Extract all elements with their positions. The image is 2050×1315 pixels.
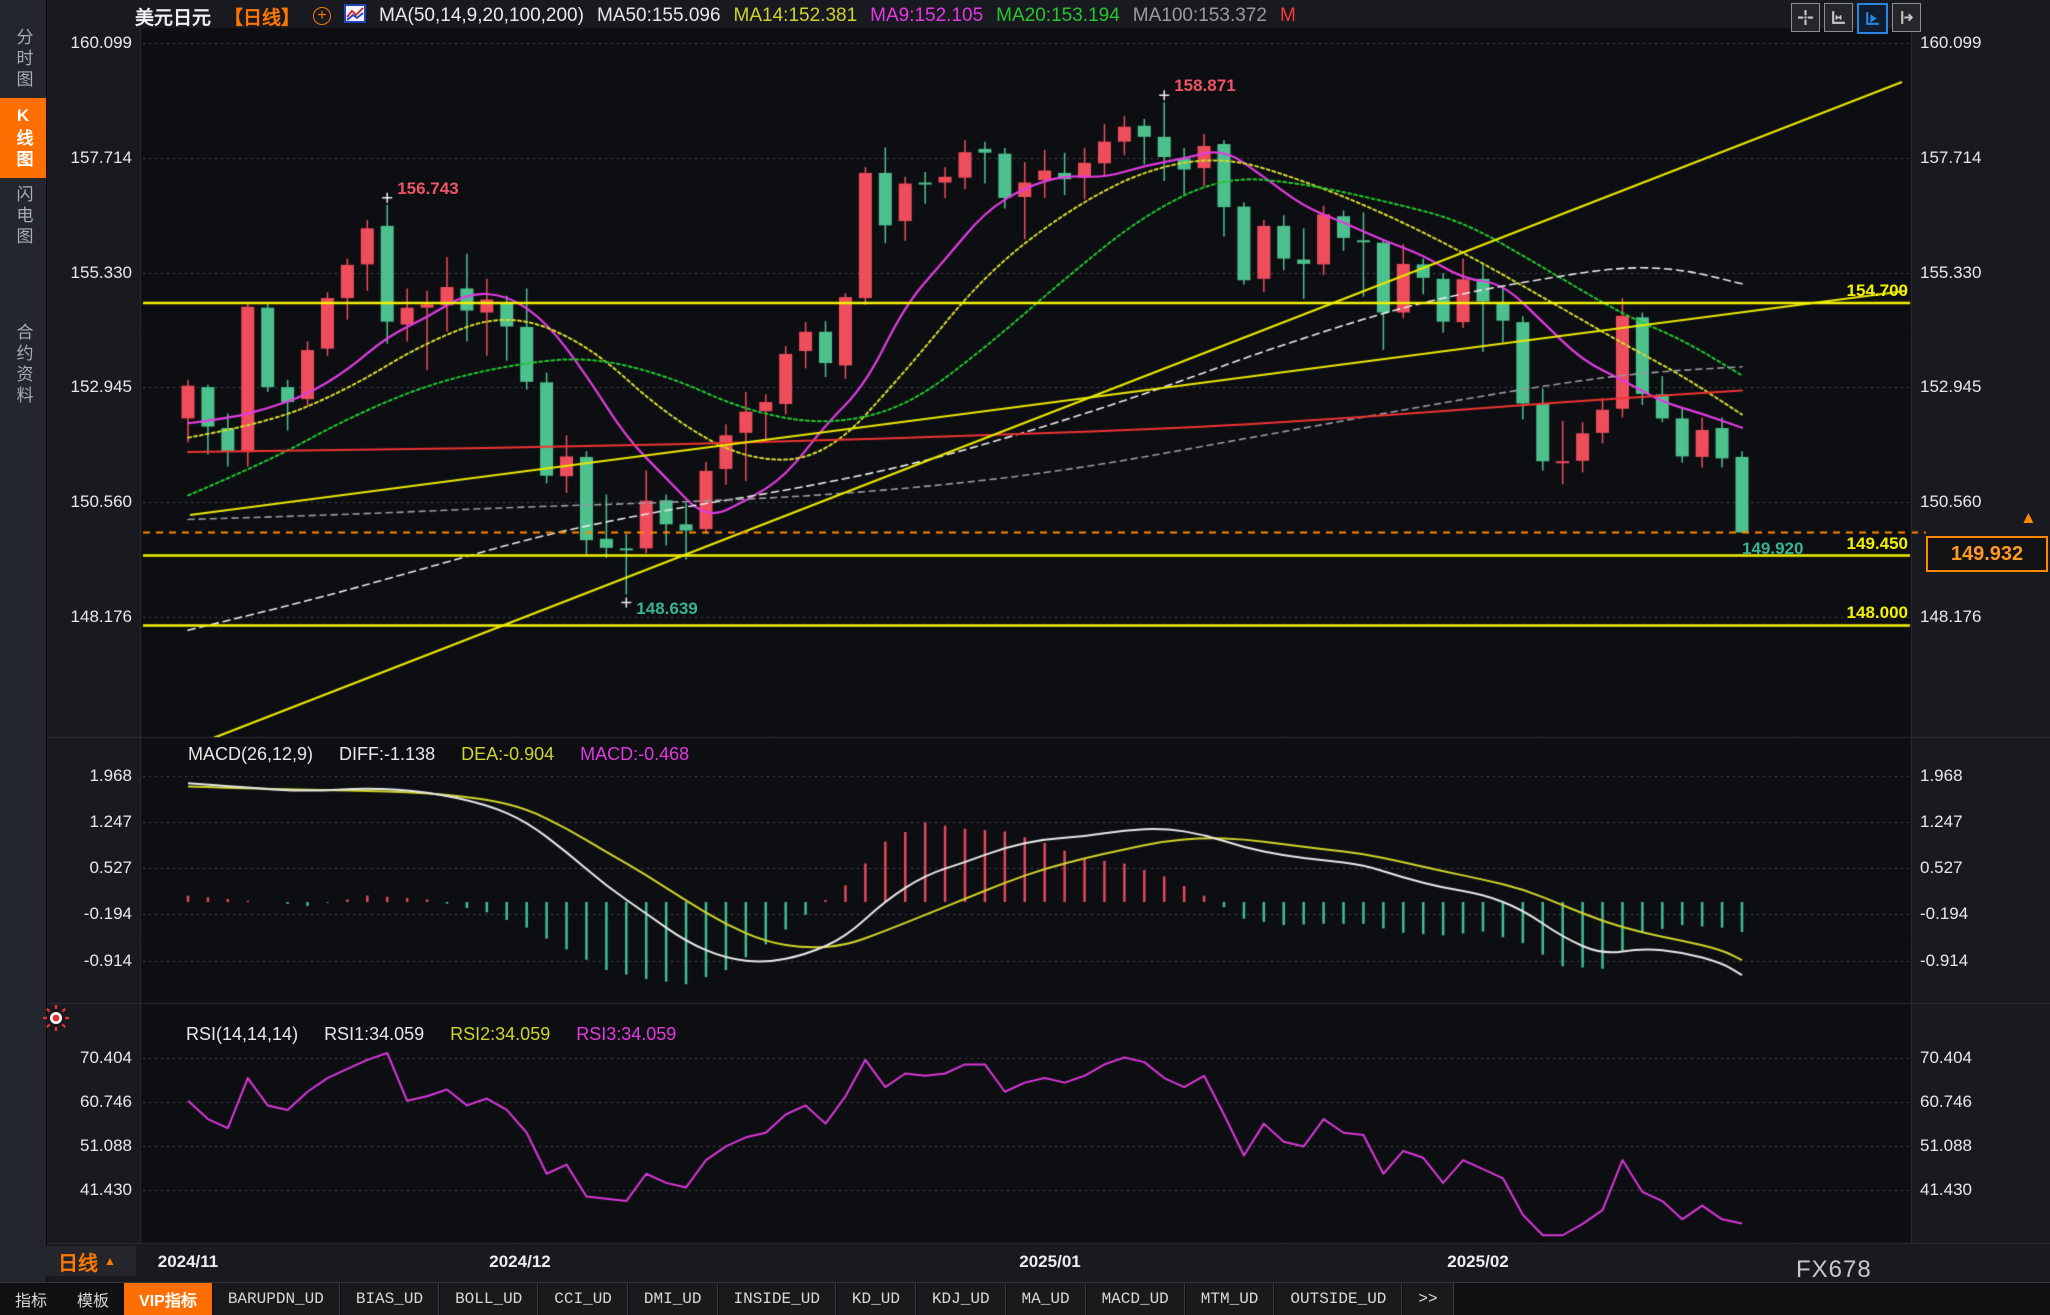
- live-blink-icon: [42, 1004, 70, 1037]
- rsi-axis-tick-left: 60.746: [56, 1092, 132, 1112]
- move-crosshair-icon[interactable]: [1791, 3, 1820, 32]
- rsi-axis-tick-right: 60.746: [1920, 1092, 1972, 1112]
- ma20-value: MA20:153.194: [996, 5, 1120, 27]
- indicator-tab-barupdnud[interactable]: BARUPDN_UD: [212, 1283, 340, 1315]
- rsi-axis-tick-right: 70.404: [1920, 1048, 1972, 1068]
- rsi1-value: RSI1:34.059: [324, 1024, 424, 1045]
- price-chart-canvas[interactable]: [0, 0, 2050, 1314]
- period-selector[interactable]: 日线 ▲: [38, 1246, 136, 1276]
- indicator-tab-bollud[interactable]: BOLL_UD: [439, 1283, 538, 1315]
- macd-axis-tick-right: 1.968: [1920, 766, 1963, 786]
- shift-right-icon[interactable]: [1892, 3, 1921, 32]
- period-tag[interactable]: 【日线】: [224, 3, 300, 30]
- rsi-axis-tick-right: 51.088: [1920, 1136, 1972, 1156]
- macd-axis-tick-right: -0.914: [1920, 951, 1968, 971]
- brand-watermark: FX678: [1796, 1256, 1872, 1284]
- indicator-tab-outsideud[interactable]: OUTSIDE_UD: [1274, 1283, 1402, 1315]
- main-axis-tick-right: 155.330: [1920, 263, 1981, 283]
- indicator-tab-insideud[interactable]: INSIDE_UD: [718, 1283, 836, 1315]
- period-label: 日线: [58, 1247, 98, 1276]
- rsi-axis-tick-left: 70.404: [56, 1048, 132, 1068]
- indicator-tab-bar: 指标模板VIP指标BARUPDN_UDBIAS_UDBOLL_UDCCI_UDD…: [0, 1282, 2050, 1315]
- symbol-name: 美元日元: [135, 3, 211, 30]
- indicator-tab-mtmud[interactable]: MTM_UD: [1185, 1283, 1275, 1315]
- macd-dea-value: DEA:-0.904: [461, 744, 554, 765]
- macd-axis-tick-left: 1.968: [56, 766, 132, 786]
- chart-type-icon[interactable]: [344, 4, 366, 29]
- rsi-axis-tick-left: 51.088: [56, 1136, 132, 1156]
- indicator-tab-vip[interactable]: VIP指标: [124, 1283, 212, 1315]
- macd-axis-tick-right: 0.527: [1920, 858, 1963, 878]
- main-axis-tick-right: 150.560: [1920, 492, 1981, 512]
- indicator-tab-maud[interactable]: MA_UD: [1006, 1283, 1086, 1315]
- main-axis-tick-left: 152.945: [56, 377, 132, 397]
- chart-toolbar: [1791, 3, 1921, 34]
- x-axis-month-label: 2024/12: [489, 1252, 550, 1272]
- x-axis-month-label: 2024/11: [158, 1252, 219, 1272]
- macd-params-label: MACD(26,12,9): [188, 744, 313, 765]
- rsi-axis-tick-left: 41.430: [56, 1180, 132, 1200]
- main-axis-tick-left: 157.714: [56, 148, 132, 168]
- rsi2-value: RSI2:34.059: [450, 1024, 550, 1045]
- rsi-axis-tick-right: 41.430: [1920, 1180, 1972, 1200]
- indicator-tab-kdud[interactable]: KD_UD: [836, 1283, 916, 1315]
- period-arrow-icon: ▲: [104, 1254, 116, 1268]
- axis-play-icon[interactable]: [1857, 3, 1888, 34]
- ma100-value: MA100:153.372: [1133, 5, 1267, 27]
- support-price-label: 149.920: [1742, 539, 1803, 559]
- macd-axis-tick-left: 0.527: [56, 858, 132, 878]
- axis-scale-icon[interactable]: [1824, 3, 1853, 32]
- sidebar-item-kline[interactable]: K线图: [0, 98, 46, 178]
- indicator-tab-dmiud[interactable]: DMI_UD: [628, 1283, 718, 1315]
- macd-axis-tick-right: -0.194: [1920, 904, 1968, 924]
- indicator-tab-macdud[interactable]: MACD_UD: [1086, 1283, 1185, 1315]
- sidebar-item-timeline[interactable]: 分时图: [0, 18, 46, 100]
- main-axis-tick-left: 155.330: [56, 263, 132, 283]
- macd-axis-tick-left: -0.914: [56, 951, 132, 971]
- candle-annotation: 148.639: [636, 599, 697, 619]
- indicator-tab-[interactable]: >>: [1402, 1283, 1453, 1315]
- price-line-label: 154.700: [1760, 281, 1908, 301]
- price-up-arrow-icon: ▲: [2020, 508, 2037, 528]
- main-axis-tick-right: 148.176: [1920, 607, 1981, 627]
- ma14-value: MA14:152.381: [734, 5, 858, 27]
- macd-axis-tick-left: 1.247: [56, 812, 132, 832]
- main-axis-tick-right: 157.714: [1920, 148, 1981, 168]
- rsi-legend: RSI(14,14,14) RSI1:34.059 RSI2:34.059 RS…: [186, 1024, 676, 1045]
- macd-axis-tick-left: -0.194: [56, 904, 132, 924]
- indicator-tab-[interactable]: 模板: [62, 1283, 124, 1315]
- indicator-tab-[interactable]: 指标: [0, 1283, 62, 1315]
- indicator-tab-kdjud[interactable]: KDJ_UD: [916, 1283, 1006, 1315]
- price-line-label: 148.000: [1760, 603, 1908, 623]
- main-axis-tick-right: 160.099: [1920, 33, 1981, 53]
- macd-diff-value: DIFF:-1.138: [339, 744, 435, 765]
- sidebar-item-contract[interactable]: 合约资料: [0, 310, 46, 420]
- ma-params-label: MA(50,14,9,20,100,200): [379, 5, 584, 27]
- indicator-tab-biasud[interactable]: BIAS_UD: [340, 1283, 439, 1315]
- ma200-value: M: [1280, 5, 1296, 27]
- main-axis-tick-right: 152.945: [1920, 377, 1981, 397]
- rsi-params-label: RSI(14,14,14): [186, 1024, 298, 1045]
- chart-header: 美元日元 【日线】 + MA(50,14,9,20,100,200) MA50:…: [135, 2, 1296, 30]
- ma50-value: MA50:155.096: [597, 5, 721, 27]
- indicator-tab-cciud[interactable]: CCI_UD: [538, 1283, 628, 1315]
- sidebar: 分时图 K线图 闪电图 合约资料: [0, 0, 47, 1314]
- rsi3-value: RSI3:34.059: [576, 1024, 676, 1045]
- macd-axis-tick-right: 1.247: [1920, 812, 1963, 832]
- candle-annotation: 156.743: [397, 179, 458, 199]
- macd-legend: MACD(26,12,9) DIFF:-1.138 DEA:-0.904 MAC…: [188, 744, 689, 765]
- main-axis-tick-left: 150.560: [56, 492, 132, 512]
- x-axis-month-label: 2025/01: [1019, 1252, 1080, 1272]
- x-axis-month-label: 2025/02: [1447, 1252, 1508, 1272]
- candle-annotation: 158.871: [1174, 76, 1235, 96]
- ma9-value: MA9:152.105: [870, 5, 983, 27]
- sidebar-item-flash[interactable]: 闪电图: [0, 176, 46, 256]
- main-axis-tick-left: 148.176: [56, 607, 132, 627]
- macd-bar-value: MACD:-0.468: [580, 744, 689, 765]
- current-price-tag: 149.932: [1926, 536, 2048, 572]
- main-axis-tick-left: 160.099: [56, 33, 132, 53]
- add-indicator-icon[interactable]: +: [313, 7, 331, 25]
